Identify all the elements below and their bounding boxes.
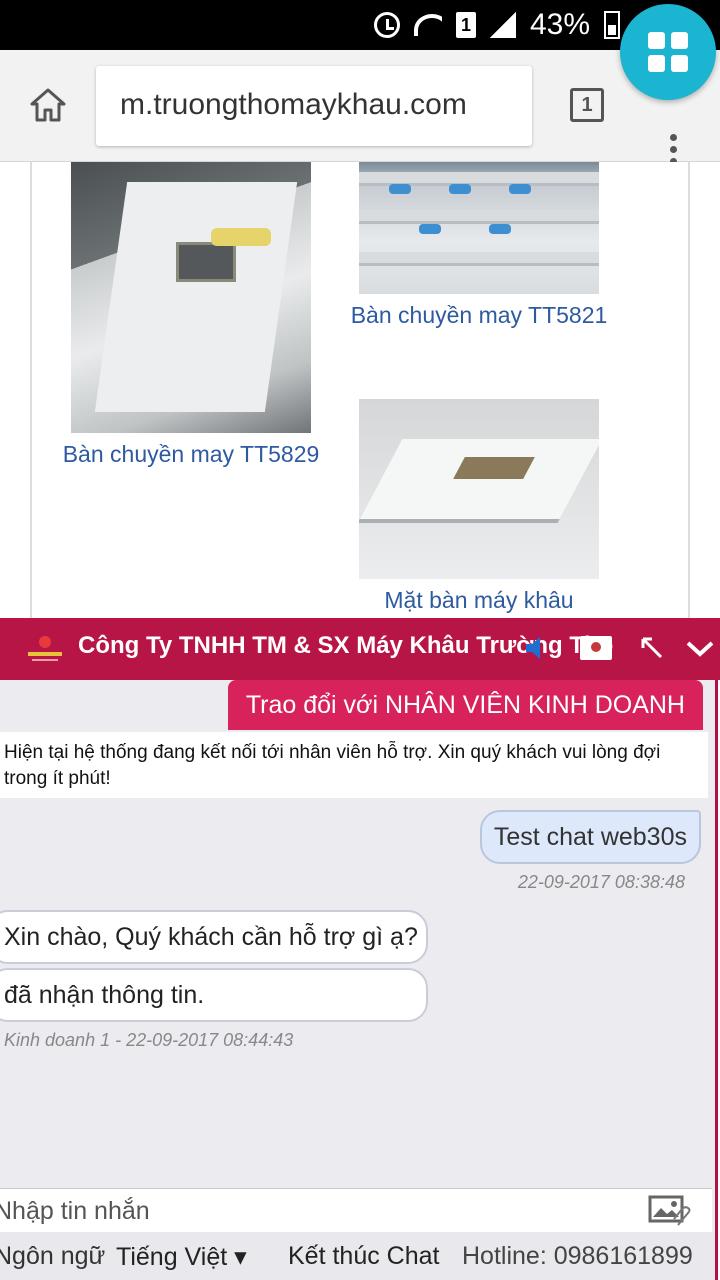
- product-link[interactable]: Bàn chuyền may TT5829: [60, 441, 322, 468]
- product-image[interactable]: [71, 162, 311, 433]
- tabs-button[interactable]: 1: [570, 88, 604, 122]
- grid-icon: [648, 32, 665, 49]
- chevron-down-icon[interactable]: [686, 640, 714, 658]
- language-select[interactable]: Tiếng Việt ▾: [116, 1242, 247, 1272]
- signal-icon: [489, 12, 516, 38]
- product-image[interactable]: [359, 162, 599, 294]
- email-icon[interactable]: [580, 636, 612, 660]
- product-card[interactable]: Mặt bàn máy khâu: [344, 399, 614, 614]
- product-grid: Bàn chuyền may TT5829 Bàn chuyền may TT5…: [30, 162, 690, 622]
- home-icon[interactable]: [30, 88, 66, 122]
- url-bar[interactable]: m.truongthomaykhau.com: [96, 66, 532, 146]
- sim-icon: 1: [455, 12, 476, 38]
- sound-icon[interactable]: [524, 634, 546, 662]
- product-card[interactable]: Bàn chuyền may TT5829: [60, 162, 322, 468]
- battery-percent: 43%: [529, 8, 590, 41]
- wifi-icon: [413, 14, 442, 36]
- chat-footer: Ngôn ngữ Tiếng Việt ▾ Kết thúc Chat Hotl…: [0, 1232, 715, 1280]
- message-input[interactable]: [0, 1193, 614, 1229]
- overflow-menu-icon[interactable]: [670, 134, 678, 165]
- department-button[interactable]: Trao đổi với NHÂN VIÊN KINH DOANH: [227, 680, 703, 730]
- message-timestamp: Kinh doanh 1 - 22-09-2017 08:44:43: [4, 1030, 294, 1050]
- product-link[interactable]: Mặt bàn máy khâu: [344, 587, 614, 614]
- apps-launcher-button[interactable]: [620, 4, 716, 100]
- company-logo: [20, 630, 70, 668]
- chat-title: Công Ty TNHH TM & SX Máy Khâu Trường Thọ: [78, 632, 614, 659]
- hotline-link[interactable]: Hotline: 0986161899: [462, 1242, 693, 1271]
- expand-icon[interactable]: [640, 636, 664, 660]
- product-link[interactable]: Bàn chuyền may TT5821: [344, 302, 614, 329]
- page-content: Bàn chuyền may TT5829 Bàn chuyền may TT5…: [0, 162, 720, 622]
- status-bar: 1 43%: [0, 0, 720, 50]
- language-label: Ngôn ngữ: [0, 1242, 106, 1270]
- product-card[interactable]: Bàn chuyền may TT5821: [344, 162, 614, 329]
- alarm-icon: [373, 12, 400, 38]
- chat-header[interactable]: Công Ty TNHH TM & SX Máy Khâu Trường Thọ: [0, 618, 720, 680]
- battery-icon: [604, 11, 620, 39]
- browser-toolbar: m.truongthomaykhau.com 1: [0, 50, 720, 165]
- message-timestamp: 22-09-2017 08:38:48: [517, 872, 685, 892]
- outgoing-message: Test chat web30s: [479, 810, 701, 864]
- system-notice: Hiện tại hệ thống đang kết nối tới nhân …: [0, 732, 708, 798]
- image-attach-icon[interactable]: [648, 1195, 692, 1227]
- incoming-message: đã nhận thông tin.: [0, 968, 428, 1022]
- end-chat-button[interactable]: Kết thúc Chat: [288, 1242, 439, 1271]
- product-image[interactable]: [359, 399, 599, 579]
- chat-widget: Công Ty TNHH TM & SX Máy Khâu Trường Thọ…: [0, 618, 720, 1280]
- message-input-bar: [0, 1188, 712, 1232]
- incoming-message: Xin chào, Quý khách cần hỗ trợ gì ạ?: [0, 910, 428, 964]
